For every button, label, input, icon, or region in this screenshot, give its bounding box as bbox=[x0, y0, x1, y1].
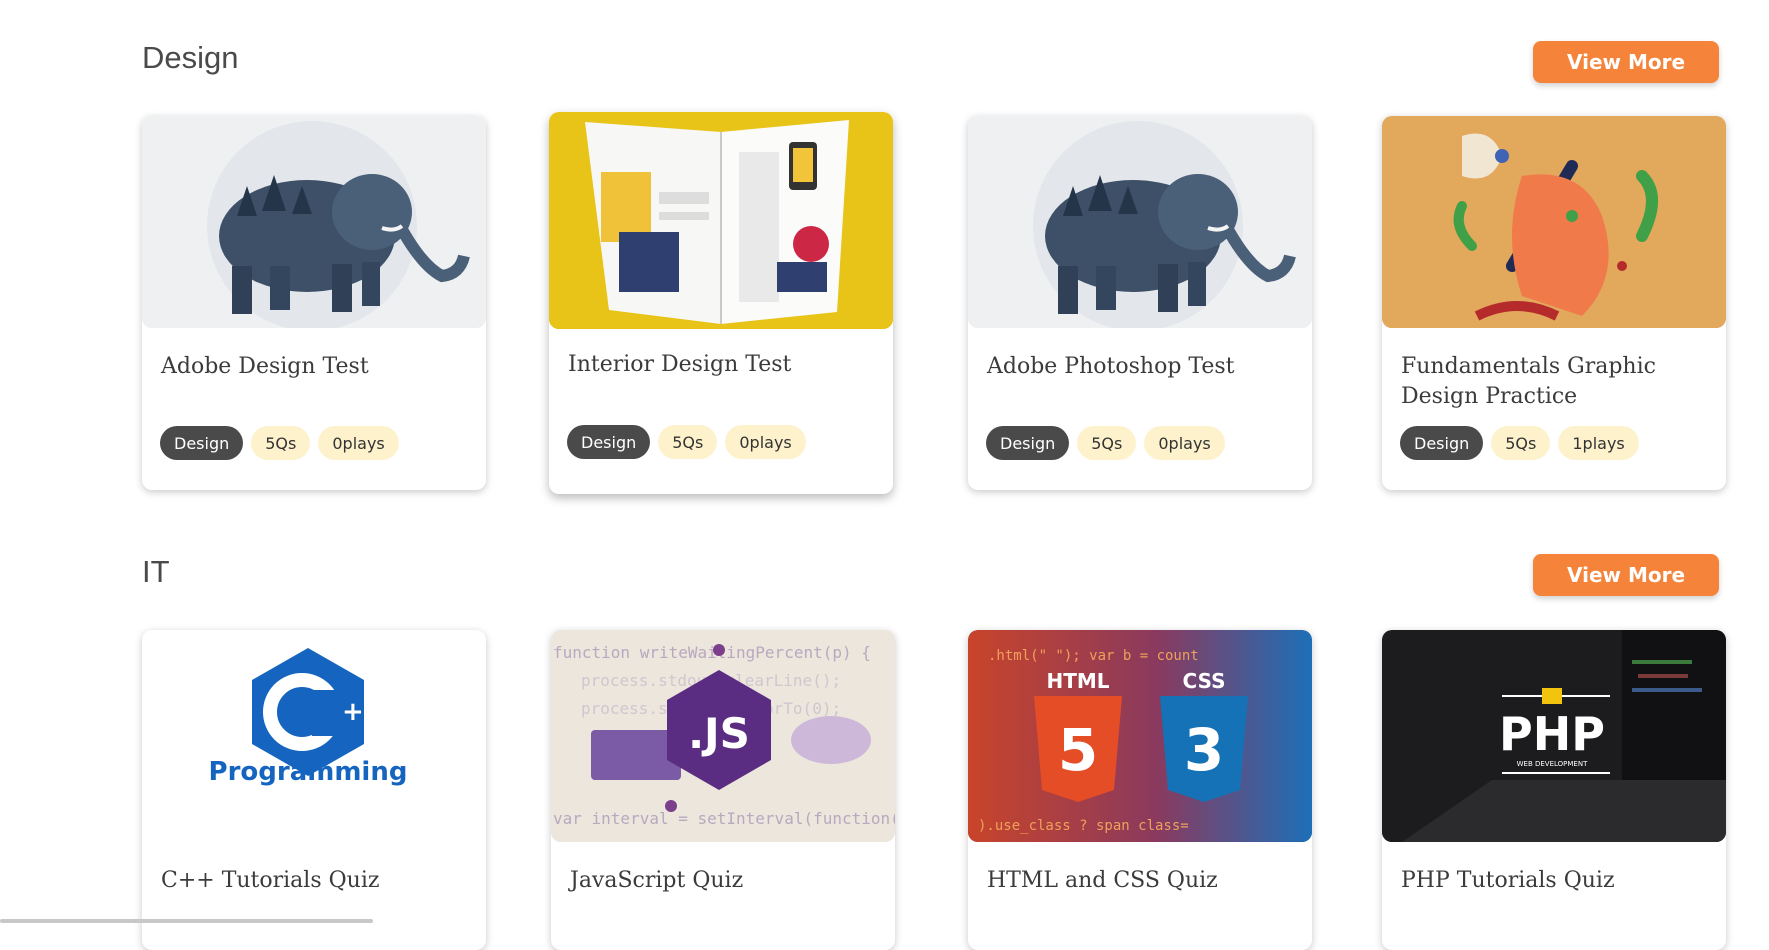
questions-count-badge: 5Qs bbox=[1491, 426, 1551, 460]
category-tag[interactable]: Design bbox=[160, 426, 244, 460]
card-thumbnail: function writeWaitingPercent(p) { proces… bbox=[551, 630, 895, 842]
questions-count-badge: 5Qs bbox=[1077, 426, 1137, 460]
svg-text:3: 3 bbox=[1184, 716, 1224, 784]
card-thumbnail: ++ Programming bbox=[142, 630, 486, 842]
card-title[interactable]: Fundamentals Graphic Design Practice bbox=[1401, 352, 1701, 412]
php-thumb-text: PHP bbox=[1499, 707, 1605, 761]
card-thumbnail bbox=[1382, 116, 1726, 328]
svg-text:5: 5 bbox=[1058, 716, 1098, 784]
plays-count-badge: 0plays bbox=[725, 425, 806, 459]
plays-count-badge: 0plays bbox=[318, 426, 399, 460]
quiz-card-adobe-photoshop[interactable]: Adobe Photoshop Test Design 5Qs 0plays bbox=[968, 116, 1312, 490]
quiz-card-html-css[interactable]: .html(" "); var b = count ).use_class ? … bbox=[968, 630, 1312, 950]
card-title[interactable]: PHP Tutorials Quiz bbox=[1401, 866, 1701, 896]
svg-text:var interval = setInterval(fun: var interval = setInterval(function() bbox=[553, 809, 895, 828]
svg-text:++: ++ bbox=[342, 697, 386, 727]
php-thumb-subtext: WEB DEVELOPMENT bbox=[1517, 760, 1588, 768]
svg-text:function writeWaitingPercent(p: function writeWaitingPercent(p) { bbox=[553, 643, 871, 662]
quiz-card-cpp[interactable]: ++ Programming C++ Tutorials Quiz bbox=[142, 630, 486, 950]
hand-with-pen-image bbox=[1382, 116, 1726, 328]
quiz-card-adobe-design[interactable]: Adobe Design Test Design 5Qs 0plays bbox=[142, 116, 486, 490]
php-logo: PHP WEB DEVELOPMENT bbox=[1382, 630, 1726, 842]
section-title-design: Design bbox=[142, 40, 239, 75]
card-tags: Design 5Qs 1plays bbox=[1400, 426, 1639, 460]
elephant-image bbox=[142, 116, 486, 328]
view-more-button-design[interactable]: View More bbox=[1533, 41, 1719, 83]
card-tags: Design 5Qs 0plays bbox=[567, 425, 806, 459]
html-thumb-text: HTML bbox=[1046, 669, 1109, 693]
card-thumbnail bbox=[968, 116, 1312, 328]
svg-text:.html(" "); var b = count: .html(" "); var b = count bbox=[988, 648, 1199, 664]
category-tag[interactable]: Design bbox=[986, 426, 1070, 460]
magazine-image bbox=[549, 112, 893, 329]
quiz-card-graphic-design[interactable]: Fundamentals Graphic Design Practice Des… bbox=[1382, 116, 1726, 490]
js-logo: function writeWaitingPercent(p) { proces… bbox=[551, 630, 895, 842]
css-thumb-text: CSS bbox=[1183, 669, 1226, 693]
category-tag[interactable]: Design bbox=[1400, 426, 1484, 460]
quiz-card-interior-design[interactable]: Interior Design Test Design 5Qs 0plays bbox=[549, 112, 893, 494]
plays-count-badge: 0plays bbox=[1144, 426, 1225, 460]
card-thumbnail bbox=[142, 116, 486, 328]
plays-count-badge: 1plays bbox=[1558, 426, 1639, 460]
card-tags: Design 5Qs 0plays bbox=[160, 426, 399, 460]
card-title[interactable]: JavaScript Quiz bbox=[570, 866, 870, 896]
html-css-logos: .html(" "); var b = count ).use_class ? … bbox=[968, 630, 1312, 842]
card-thumbnail: .html(" "); var b = count ).use_class ? … bbox=[968, 630, 1312, 842]
category-tag[interactable]: Design bbox=[567, 425, 651, 459]
section-title-it: IT bbox=[142, 554, 170, 589]
card-thumbnail bbox=[549, 112, 893, 329]
view-more-button-it[interactable]: View More bbox=[1533, 554, 1719, 596]
cpp-thumb-text: Programming bbox=[209, 757, 408, 787]
questions-count-badge: 5Qs bbox=[658, 425, 718, 459]
quiz-card-javascript[interactable]: function writeWaitingPercent(p) { proces… bbox=[551, 630, 895, 950]
card-title[interactable]: Adobe Photoshop Test bbox=[987, 352, 1287, 382]
quiz-card-php[interactable]: PHP WEB DEVELOPMENT PHP Tutorials Quiz bbox=[1382, 630, 1726, 950]
svg-text:).use_class ? span class=: ).use_class ? span class= bbox=[978, 818, 1189, 834]
horizontal-scrollbar[interactable] bbox=[0, 919, 373, 923]
card-title[interactable]: Adobe Design Test bbox=[161, 352, 461, 382]
js-thumb-text: .JS bbox=[688, 709, 750, 758]
card-title[interactable]: C++ Tutorials Quiz bbox=[161, 866, 461, 896]
questions-count-badge: 5Qs bbox=[251, 426, 311, 460]
card-thumbnail: PHP WEB DEVELOPMENT bbox=[1382, 630, 1726, 842]
cpp-logo: ++ Programming bbox=[209, 648, 408, 787]
card-title[interactable]: Interior Design Test bbox=[568, 350, 868, 380]
card-title[interactable]: HTML and CSS Quiz bbox=[987, 866, 1287, 896]
elephant-image bbox=[968, 116, 1312, 328]
card-tags: Design 5Qs 0plays bbox=[986, 426, 1225, 460]
